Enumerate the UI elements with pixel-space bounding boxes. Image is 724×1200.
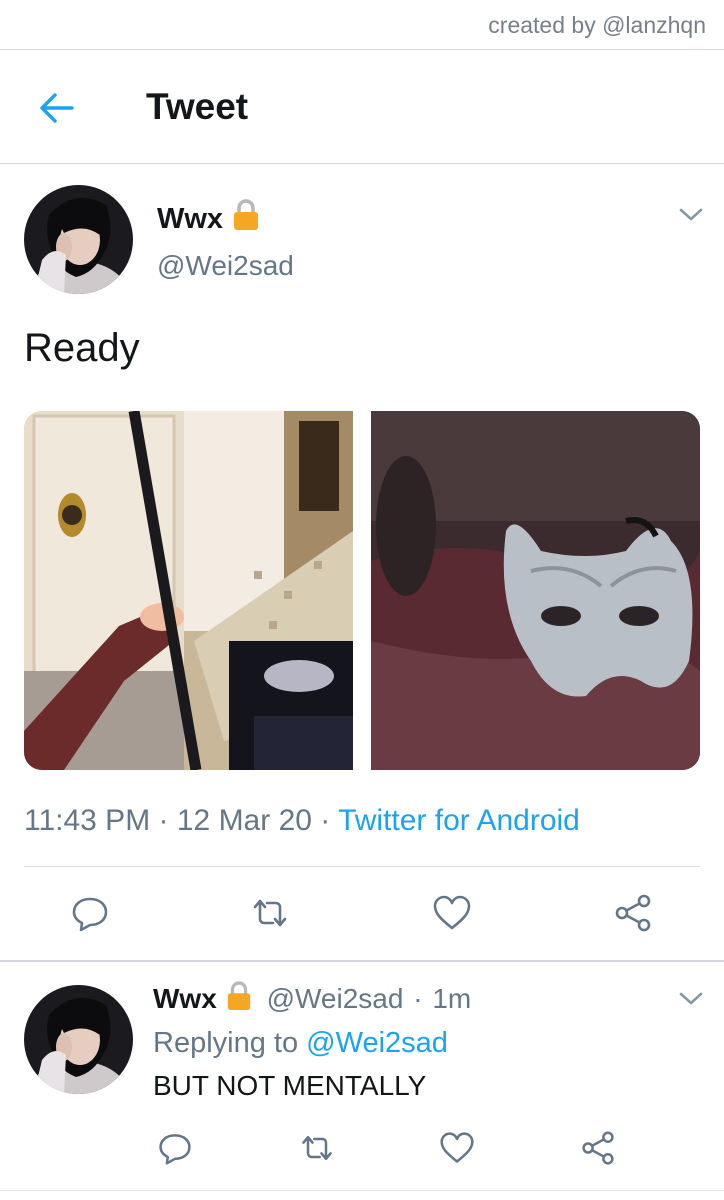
back-button[interactable] <box>34 86 78 130</box>
replying-to-line: Replying to @Wei2sad <box>153 1027 448 1060</box>
divider <box>0 960 724 962</box>
retweet-icon <box>253 899 287 927</box>
profile-photo <box>24 985 133 1094</box>
like-button[interactable] <box>439 1130 475 1166</box>
tweet-meta: 11:43 PM · 12 Mar 20 · Twitter for Andro… <box>24 804 580 838</box>
media-photo-1[interactable] <box>24 411 353 770</box>
retweet-button[interactable] <box>299 1130 335 1166</box>
back-arrow-icon <box>40 93 74 123</box>
reply-header: Wwx @Wei2sad · 1m <box>153 981 471 1015</box>
media-photo-2[interactable] <box>371 411 700 770</box>
reply-button[interactable] <box>157 1130 193 1166</box>
reply-actions <box>0 1128 724 1168</box>
share-button[interactable] <box>613 893 653 933</box>
tweet-text: Ready <box>24 326 140 370</box>
share-icon <box>615 894 651 932</box>
page-title: Tweet <box>146 86 249 127</box>
share-icon <box>582 1131 614 1165</box>
profile-photo <box>24 185 133 294</box>
share-button[interactable] <box>580 1130 616 1166</box>
user-handle[interactable]: @Wei2sad <box>157 250 294 282</box>
reply-icon <box>159 1134 191 1165</box>
tweet-time: 11:43 PM <box>24 804 151 837</box>
like-icon <box>433 895 471 930</box>
divider <box>24 866 700 867</box>
meta-dot: · <box>413 983 423 1014</box>
meta-dot: · <box>320 804 339 837</box>
watermark-bar: created by @lanzhqn <box>0 0 724 50</box>
replying-label: Replying to <box>153 1027 299 1059</box>
meta-dot: · <box>158 804 177 837</box>
top-app-bar: Tweet <box>0 50 724 164</box>
avatar[interactable] <box>24 185 133 294</box>
tweet-media <box>24 411 700 770</box>
tweet-actions <box>0 890 724 936</box>
reply-button[interactable] <box>70 893 110 933</box>
watermark-credit: created by @lanzhqn <box>488 12 706 38</box>
reply-age: 1m <box>432 983 472 1014</box>
like-icon <box>440 1132 474 1163</box>
reply-avatar[interactable] <box>24 985 133 1094</box>
like-button[interactable] <box>432 893 472 933</box>
lock-icon <box>227 981 250 1010</box>
reply-text: BUT NOT MENTALLY <box>153 1070 427 1101</box>
divider <box>0 1190 724 1191</box>
display-name[interactable]: Wwx <box>157 199 261 236</box>
replying-mention-link[interactable]: @Wei2sad <box>306 1027 448 1059</box>
retweet-icon <box>302 1135 332 1161</box>
tweet-source-link[interactable]: Twitter for Android <box>338 804 580 837</box>
retweet-button[interactable] <box>250 893 290 933</box>
display-name-text: Wwx <box>157 203 224 235</box>
reply-handle[interactable]: @Wei2sad <box>267 983 404 1014</box>
chevron-down-icon[interactable] <box>678 991 704 1007</box>
lock-icon <box>234 199 259 230</box>
chevron-down-icon[interactable] <box>678 207 704 223</box>
reply-icon <box>72 897 108 932</box>
tweet-date: 12 Mar 20 <box>176 804 312 837</box>
reply-display-name[interactable]: Wwx <box>153 983 217 1014</box>
